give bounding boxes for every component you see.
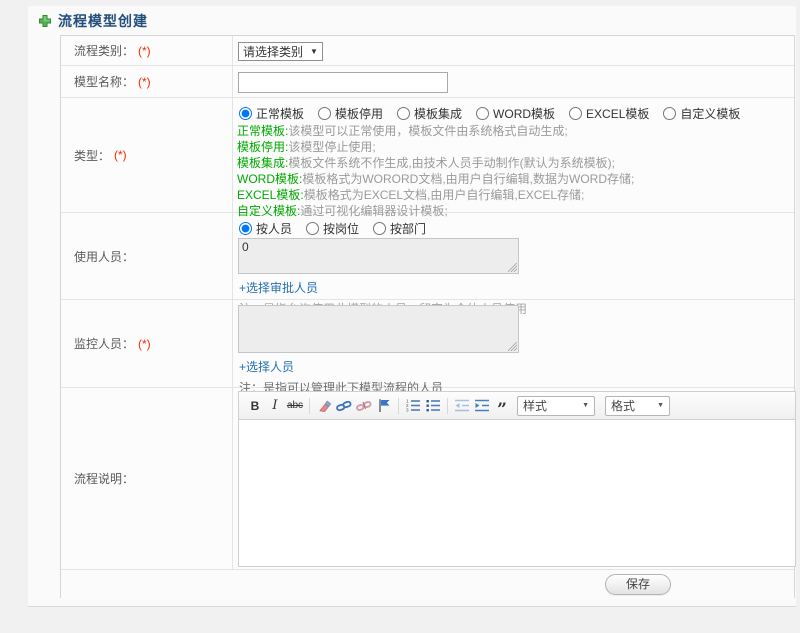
plus-icon [38,14,52,28]
users-option-label[interactable]: 按部门 [390,220,426,237]
outdent-icon[interactable] [453,396,471,416]
type-option-label[interactable]: EXCEL模板 [586,105,649,122]
type-radio-word[interactable] [476,107,490,120]
type-radio-disabled[interactable] [318,107,332,120]
users-radio-by-post[interactable] [306,222,320,235]
type-radio-custom[interactable] [663,107,677,120]
editor-content-area[interactable] [239,420,795,566]
italic-button[interactable]: I [266,396,284,416]
type-option-label[interactable]: WORD模板 [493,105,555,122]
rich-text-editor: B I abc 1 2 3 ” 样式 ▼ 格式 ▼ [238,391,796,567]
type-option-label[interactable]: 正常模板 [256,105,304,122]
toolbar-separator [447,397,448,414]
remove-format-icon[interactable] [315,396,333,416]
type-radio-group: 正常模板 模板停用 模板集成 WORD模板 EXCEL模板 自定义模板 [239,105,788,122]
page-header: 流程模型创建 [38,11,148,31]
strikethrough-button[interactable]: abc [286,396,304,416]
required-marker: (*) [138,43,151,58]
toolbar-separator [398,397,399,414]
type-radio-normal[interactable] [239,107,252,120]
users-textarea[interactable]: 0 [238,238,519,274]
anchor-flag-icon[interactable] [375,396,393,416]
process-model-form: 流程类别： (*) 请选择类别 ▼ 模型名称： (*) 类型： (*) 正常模板… [60,35,796,599]
monitors-label: 监控人员： [74,337,135,351]
monitors-textarea[interactable] [238,305,519,353]
indent-icon[interactable] [473,396,491,416]
required-marker: (*) [138,74,151,89]
required-marker: (*) [114,148,127,162]
row-description: 流程说明： B I abc 1 2 3 ” 样式 ▼ 格式 ▼ [61,388,796,570]
type-desc: EXCEL模板:模板格式为EXCEL文档,由用户自行编辑,EXCEL存储; [237,188,585,202]
row-type: 类型： (*) 正常模板 模板停用 模板集成 WORD模板 EXCEL模板 自定… [61,98,794,218]
users-option-label[interactable]: 按人员 [256,220,292,237]
editor-toolbar: B I abc 1 2 3 ” 样式 ▼ 格式 ▼ [239,392,795,420]
users-radio-by-person[interactable] [239,222,252,235]
type-desc: 模板集成:模板文件系统不作生成,由技术人员手动制作(默认为系统模板); [237,156,616,170]
category-select-value: 请选择类别 [243,45,304,59]
type-option-label[interactable]: 自定义模板 [680,105,740,122]
required-marker: (*) [138,336,151,351]
chevron-down-icon: ▼ [582,402,589,409]
content-panel: 流程模型创建 流程类别： (*) 请选择类别 ▼ 模型名称： (*) 类型： (… [28,6,796,607]
users-radio-by-dept[interactable] [373,222,387,235]
category-select[interactable]: 请选择类别 ▼ [238,42,323,61]
page-title: 流程模型创建 [58,13,148,29]
type-radio-integrated[interactable] [397,107,411,120]
chevron-down-icon: ▼ [310,47,318,56]
type-desc: 模板停用:该模型停止使用; [237,140,376,154]
description-label: 流程说明： [74,472,135,486]
users-label: 使用人员： [74,249,135,264]
type-option-label[interactable]: 模板停用 [335,105,383,122]
type-desc: WORD模板:模板格式为WORORD文档,由用户自行编辑,数据为WORD存储; [237,172,635,186]
row-monitors: 监控人员： (*) +选择人员 注：是指可以管理此下模型流程的人员 [61,300,794,395]
pick-approvers-link[interactable]: +选择审批人员 [239,279,318,296]
type-radio-excel[interactable] [569,107,583,120]
type-option-label[interactable]: 模板集成 [414,105,462,122]
category-label: 流程类别： [74,44,135,58]
users-radio-group: 按人员 按岗位 按部门 [239,220,788,237]
format-dropdown[interactable]: 格式 ▼ [605,395,670,416]
type-desc: 正常模板:该模型可以正常使用，模板文件由系统格式自动生成; [237,124,568,138]
row-model-name: 模型名称： (*) [61,66,794,98]
blockquote-icon[interactable]: ” [493,396,511,418]
model-name-input[interactable] [238,72,448,93]
bullet-list-icon[interactable] [424,396,442,416]
svg-text:3: 3 [406,408,409,413]
model-name-label: 模型名称： [74,75,135,89]
bold-button[interactable]: B [246,396,264,416]
row-category: 流程类别： (*) 请选择类别 ▼ [61,36,794,66]
unlink-icon[interactable] [355,396,373,416]
pick-monitors-link[interactable]: +选择人员 [239,358,294,375]
users-option-label[interactable]: 按岗位 [323,220,359,237]
link-icon[interactable] [335,396,353,416]
row-footer: 保存 [61,570,794,599]
type-label: 类型： [74,148,111,163]
save-button[interactable]: 保存 [605,574,671,595]
row-users: 使用人员： 按人员 按岗位 按部门 0 +选择审批人员 注：是指允许使用此模型的… [61,213,794,316]
chevron-down-icon: ▼ [657,402,664,409]
toolbar-separator [309,397,310,414]
styles-dropdown[interactable]: 样式 ▼ [517,395,595,416]
ordered-list-icon[interactable]: 123 [404,396,422,416]
